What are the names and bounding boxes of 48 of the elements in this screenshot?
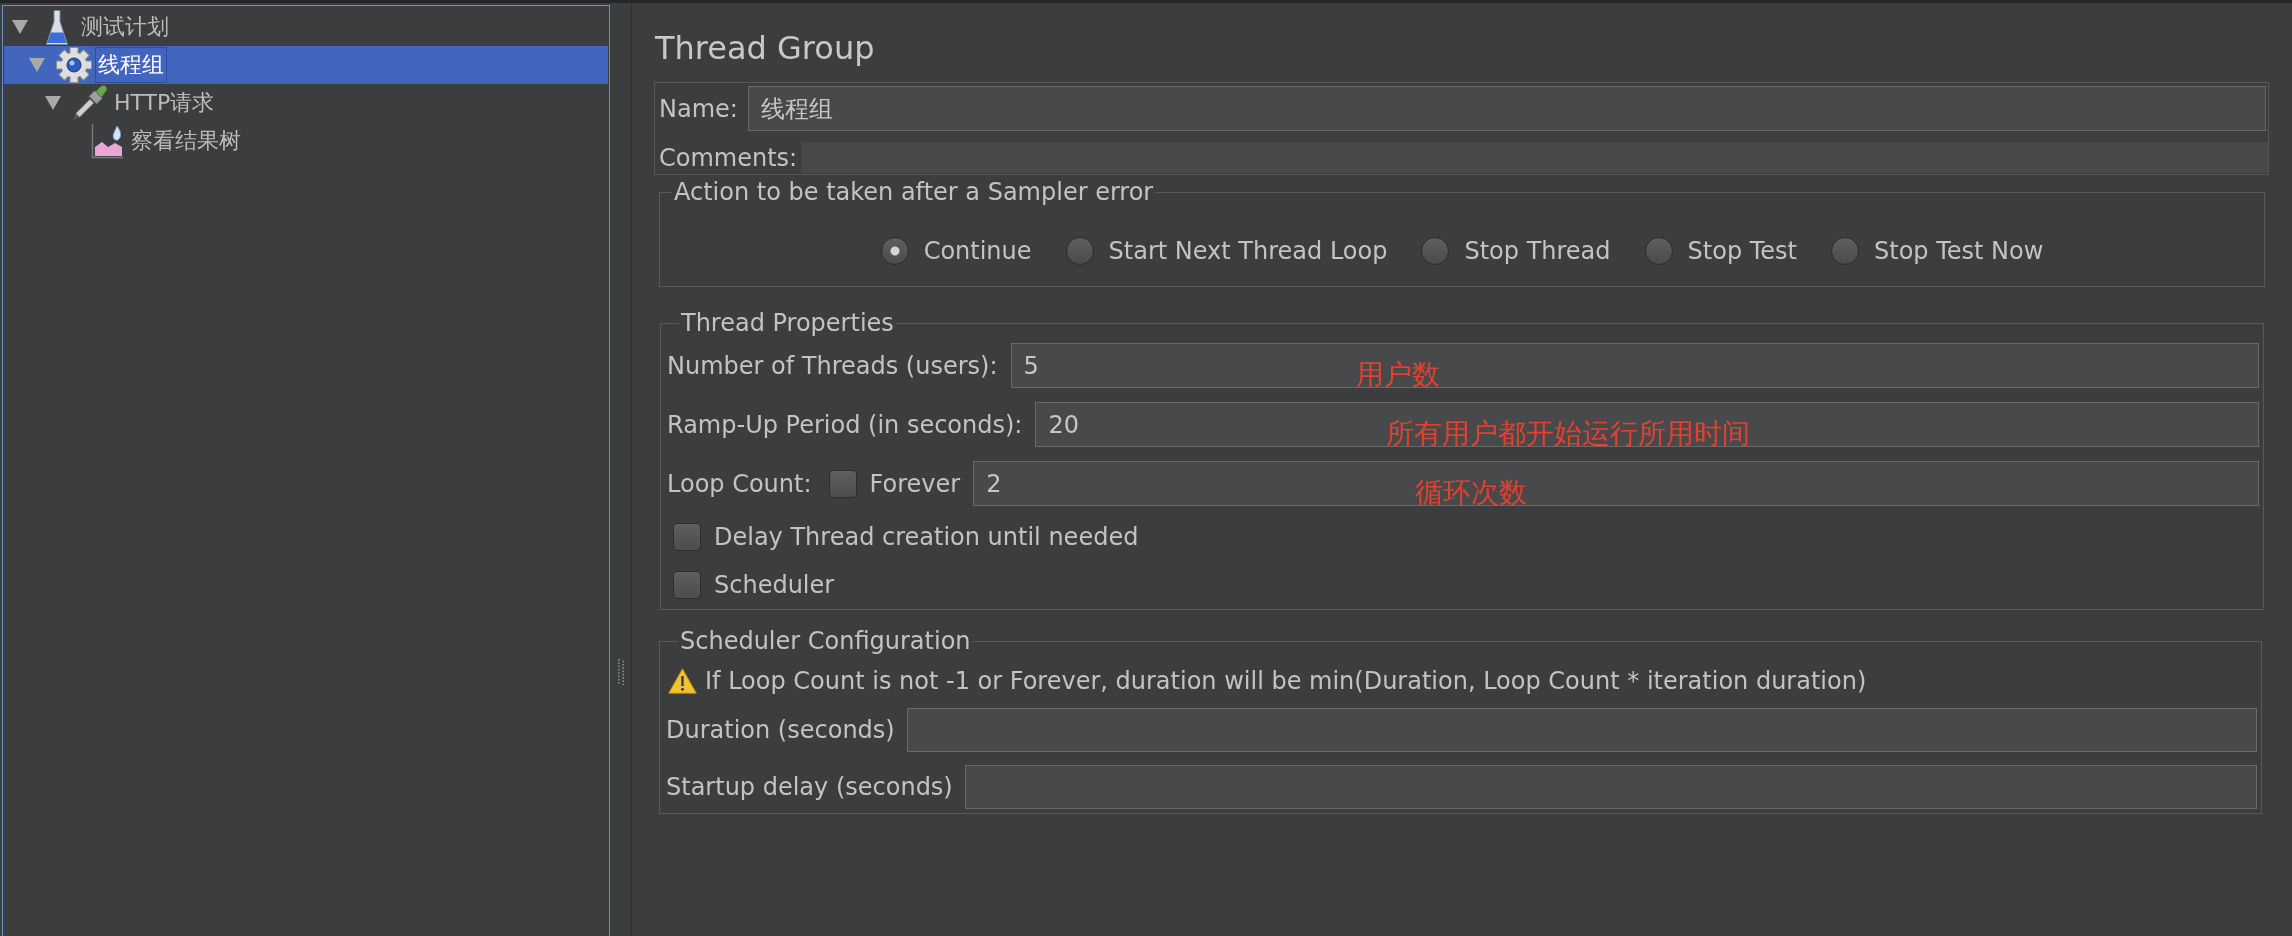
checkbox-label[interactable]: Forever bbox=[869, 469, 961, 498]
tree-item[interactable]: 线程组 bbox=[4, 46, 608, 84]
annotation-text: 所有用户都开始运行所用时间 bbox=[1385, 418, 1750, 450]
comments-field[interactable] bbox=[801, 142, 2268, 173]
dropper-icon bbox=[72, 84, 108, 122]
field-label: Ramp-Up Period (in seconds): bbox=[667, 410, 1023, 439]
group-title: Action to be taken after a Sampler error bbox=[673, 178, 1155, 206]
disclosure-triangle-icon[interactable] bbox=[28, 58, 45, 72]
tree-item[interactable]: HTTP请求 bbox=[45, 84, 218, 122]
disclosure-triangle-icon[interactable] bbox=[12, 20, 28, 34]
field-label: Startup delay (seconds) bbox=[666, 773, 953, 801]
name-field[interactable]: 线程组 bbox=[747, 86, 2266, 131]
warning-text: If Loop Count is not -1 or Forever, duration will be min(Duration, Loop Count * iteration duration) bbox=[705, 667, 1867, 695]
field-label: Name: bbox=[659, 94, 738, 123]
checkbox-label[interactable]: Delay Thread creation until needed bbox=[714, 523, 1139, 551]
field-label: Comments: bbox=[659, 143, 798, 172]
disclosure-triangle-icon[interactable] bbox=[45, 96, 61, 110]
gear-icon bbox=[55, 47, 92, 83]
radio-button[interactable] bbox=[880, 237, 909, 265]
checkbox[interactable] bbox=[673, 523, 701, 551]
checkbox-label[interactable]: Scheduler bbox=[714, 571, 835, 599]
area-chart-icon bbox=[90, 123, 123, 159]
group-title: Scheduler Configuration bbox=[679, 627, 972, 655]
annotation-text: 循环次数 bbox=[1415, 477, 1527, 509]
radio-button[interactable] bbox=[1644, 237, 1673, 265]
panel-title: Thread Group bbox=[654, 28, 875, 68]
tree-item[interactable]: 测试计划 bbox=[12, 8, 172, 46]
radio-label[interactable]: Stop Test bbox=[1687, 237, 1797, 265]
radio-label[interactable]: Start Next Thread Loop bbox=[1108, 237, 1388, 265]
checkbox[interactable] bbox=[828, 469, 857, 498]
radio-button[interactable] bbox=[1065, 237, 1094, 265]
radio-label[interactable]: Stop Test Now bbox=[1874, 237, 2044, 265]
radio-label[interactable]: Continue bbox=[923, 237, 1032, 265]
annotation-text: 用户数 bbox=[1356, 359, 1440, 391]
field-label: Duration (seconds) bbox=[666, 716, 895, 744]
splitter-grip-icon[interactable] bbox=[618, 659, 624, 685]
radio-button[interactable] bbox=[1831, 237, 1859, 265]
text-field[interactable] bbox=[906, 708, 2257, 752]
tree-item[interactable]: 察看结果树 bbox=[88, 122, 244, 160]
radio-button[interactable] bbox=[1421, 237, 1450, 265]
warning-icon bbox=[668, 668, 697, 694]
group-title: Thread Properties bbox=[680, 309, 895, 337]
field-label: Loop Count: bbox=[667, 469, 812, 498]
field-label: Number of Threads (users): bbox=[667, 351, 998, 380]
checkbox[interactable] bbox=[673, 571, 701, 599]
radio-label[interactable]: Stop Thread bbox=[1464, 237, 1611, 265]
text-field[interactable] bbox=[964, 765, 2257, 809]
flask-icon bbox=[46, 9, 68, 45]
